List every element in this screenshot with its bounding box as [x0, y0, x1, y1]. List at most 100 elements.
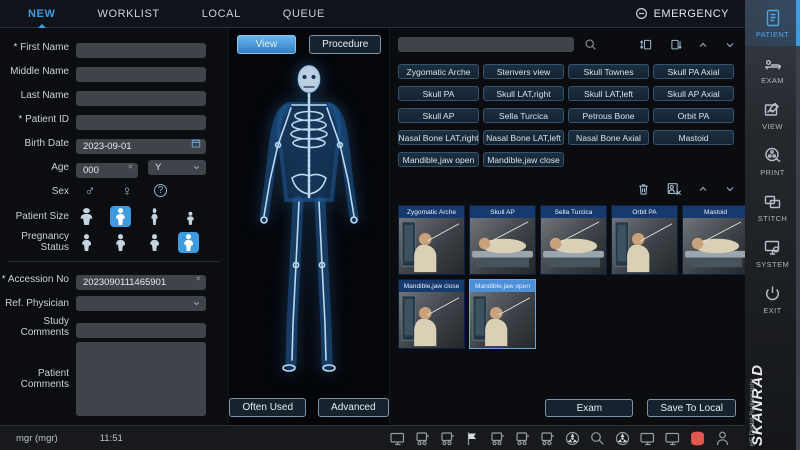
sidebar-item-label: EXIT [763, 306, 781, 315]
age-unit-select[interactable]: Y [148, 160, 206, 175]
ref-physician-select[interactable] [76, 296, 206, 311]
procedure-button-mastoid[interactable]: Mastoid [653, 130, 734, 145]
procedure-button-nasal-bone-axial[interactable]: Nasal Bone Axial [568, 130, 649, 145]
nav-tab-local[interactable]: LOCAL [200, 1, 243, 27]
procedure-search-input[interactable] [398, 37, 574, 52]
nav-tab-new[interactable]: NEW [26, 1, 57, 27]
sidebar-item-exam[interactable]: EXAM [745, 46, 800, 92]
network-user-icon[interactable] [714, 430, 731, 447]
emergency-button[interactable]: EMERGENCY [635, 7, 729, 20]
sidebar-item-label: STITCH [758, 214, 787, 223]
storage-full-icon[interactable] [689, 430, 706, 447]
sidebar-item-print[interactable]: PRINT [745, 138, 800, 184]
birth-date-input[interactable] [76, 139, 206, 154]
procedure-button-sella-turcica[interactable]: Sella Turcica [483, 108, 564, 123]
remove-patient-views-icon[interactable] [666, 181, 682, 197]
patient-comments-textarea[interactable] [76, 342, 206, 416]
last-name-input[interactable] [76, 91, 206, 106]
sidebar-item-label: PATIENT [756, 30, 789, 39]
dose-check-icon[interactable] [589, 430, 606, 447]
procedure-button-skull-pa-axial[interactable]: Skull PA Axial [653, 64, 734, 79]
first-name-input[interactable] [76, 43, 206, 58]
views-scroll-down-icon[interactable] [724, 183, 736, 195]
patient-size-child-button[interactable] [178, 206, 199, 227]
view-thumbnail-mandible-jaw-close[interactable]: Mandible,jaw close [398, 279, 465, 349]
age-label: Age [0, 162, 76, 173]
sidebar-item-patient[interactable]: PATIENT [745, 0, 800, 46]
procedure-button-skull-lat-left[interactable]: Skull LAT,left [568, 86, 649, 101]
display-alert-icon[interactable] [639, 430, 656, 447]
generator-1-icon[interactable] [514, 430, 531, 447]
pregnancy-stage-1-button[interactable] [76, 232, 97, 253]
scroll-down-icon[interactable] [724, 39, 736, 51]
sort-ascending-icon[interactable] [639, 38, 653, 52]
procedure-button-skull-townes[interactable]: Skull Townes [568, 64, 649, 79]
save-to-local-button[interactable]: Save To Local [647, 399, 736, 417]
view-thumbnail-skull-ap[interactable]: Skull AP [469, 205, 536, 275]
procedure-button-mandible-jaw-close[interactable]: Mandible,jaw close [483, 152, 564, 167]
patient-size-large-button[interactable] [76, 206, 97, 227]
sidebar-item-system[interactable]: SYSTEM [745, 230, 800, 276]
accession-no-label: * Accession No [0, 274, 76, 285]
patient-id-input[interactable] [76, 115, 206, 130]
often-used-button[interactable]: Often Used [229, 398, 306, 417]
sex-male-button[interactable]: ♂ [80, 181, 100, 201]
sidebar-item-exit[interactable]: EXIT [745, 276, 800, 322]
view-button[interactable]: View [237, 35, 297, 54]
pregnancy-stage-3-button[interactable] [144, 232, 165, 253]
views-scroll-up-icon[interactable] [697, 183, 709, 195]
console-icon[interactable] [489, 430, 506, 447]
procedure-button-petrous-bone[interactable]: Petrous Bone [568, 108, 649, 123]
display-remote-icon[interactable] [664, 430, 681, 447]
generator-2-icon[interactable] [539, 430, 556, 447]
exam-button[interactable]: Exam [545, 399, 633, 417]
radiation-icon[interactable] [614, 430, 631, 447]
workstation-icon[interactable] [389, 430, 406, 447]
pregnancy-stage-2-button[interactable] [110, 232, 131, 253]
accession-clear-icon[interactable]: × [196, 275, 201, 284]
sidebar-item-stitch[interactable]: STITCH [745, 184, 800, 230]
collimator-icon[interactable] [564, 430, 581, 447]
study-comments-input[interactable] [76, 323, 206, 338]
view-thumbnail-sella-turcica[interactable]: Sella Turcica [540, 205, 607, 275]
procedure-button-stenvers-view[interactable]: Stenvers view [483, 64, 564, 79]
procedure-button-mandible-jaw-open[interactable]: Mandible,jaw open [398, 152, 479, 167]
procedure-button-nasal-bone-lat-right[interactable]: Nasal Bone LAT,right [398, 130, 479, 145]
flag-icon[interactable] [464, 430, 481, 447]
mobile-unit-1-icon[interactable] [414, 430, 431, 447]
sort-descending-icon[interactable] [668, 38, 682, 52]
stitch-images-icon [763, 192, 782, 211]
delete-view-icon[interactable] [636, 182, 651, 197]
monitor-gear-icon [763, 238, 782, 257]
procedure-button-skull-lat-right[interactable]: Skull LAT,right [483, 86, 564, 101]
body-skeleton-image[interactable] [229, 60, 389, 390]
sex-female-button[interactable]: ♀ [117, 181, 137, 201]
mobile-unit-2-icon[interactable] [439, 430, 456, 447]
nav-tab-worklist[interactable]: WORKLIST [95, 1, 161, 27]
procedure-button-nasal-bone-lat-left[interactable]: Nasal Bone LAT,left [483, 130, 564, 145]
scroll-up-icon[interactable] [697, 39, 709, 51]
view-thumbnail-mandible-jaw-open[interactable]: Mandible,jaw open [469, 279, 536, 349]
procedure-button-skull-ap[interactable]: Skull AP [398, 108, 479, 123]
view-thumbnail-mastoid[interactable]: Mastoid [682, 205, 749, 275]
procedure-button-orbit-pa[interactable]: Orbit PA [653, 108, 734, 123]
positioning-image [612, 218, 677, 274]
procedure-button-zygomatic-arche[interactable]: Zygomatic Arche [398, 64, 479, 79]
nav-tab-queue[interactable]: QUEUE [281, 1, 327, 27]
view-thumbnail-orbit-pa[interactable]: Orbit PA [611, 205, 678, 275]
procedure-button[interactable]: Procedure [309, 35, 381, 54]
sex-unknown-button[interactable]: ? [154, 184, 167, 197]
accession-no-input[interactable] [76, 275, 206, 290]
age-clear-icon[interactable]: × [128, 163, 133, 172]
view-thumbnail-zygomatic-arche[interactable]: Zygomatic Arche [398, 205, 465, 275]
advanced-button[interactable]: Advanced [318, 398, 388, 417]
search-icon[interactable] [584, 38, 597, 51]
calendar-icon[interactable] [191, 138, 201, 148]
pregnancy-stage-4-button[interactable] [178, 232, 199, 253]
procedure-button-skull-ap-axial[interactable]: Skull AP Axial [653, 86, 734, 101]
procedure-button-skull-pa[interactable]: Skull PA [398, 86, 479, 101]
middle-name-input[interactable] [76, 67, 206, 82]
patient-size-thin-button[interactable] [144, 206, 165, 227]
patient-size-normal-button[interactable] [110, 206, 131, 227]
sidebar-item-view[interactable]: VIEW [745, 92, 800, 138]
